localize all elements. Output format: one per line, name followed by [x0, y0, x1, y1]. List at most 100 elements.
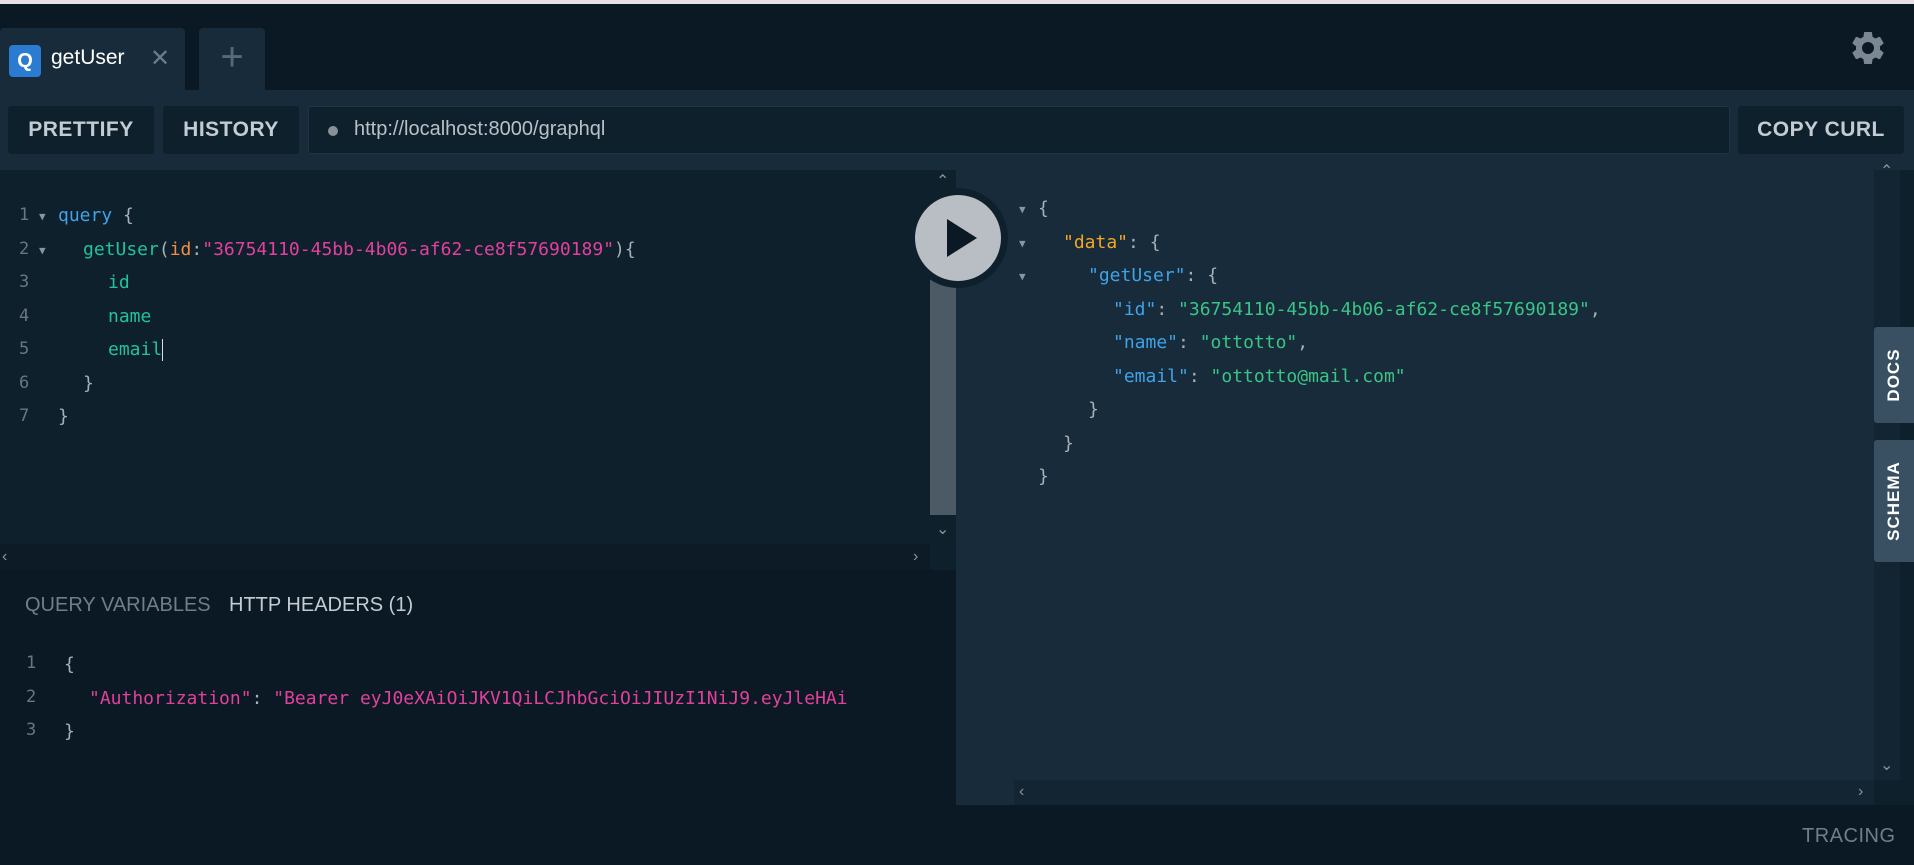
- connection-status-icon: [328, 126, 338, 136]
- result-open-brace: {: [1038, 198, 1049, 219]
- scroll-right-icon[interactable]: ›: [1858, 784, 1863, 800]
- inner-close-brace: }: [83, 373, 94, 394]
- schema-tab-label: SCHEMA: [1884, 461, 1903, 541]
- fold-arrow-icon[interactable]: ▼: [39, 210, 46, 223]
- docs-tab-label: DOCS: [1884, 348, 1903, 402]
- getuser-sep: : {: [1185, 265, 1219, 286]
- line-number: 3: [26, 720, 37, 740]
- header-authorization-line: "Authorization": "Bearer eyJ0eXAiOiJKV1Q…: [89, 688, 848, 709]
- add-tab-button[interactable]: +: [199, 28, 265, 90]
- sep: :: [1178, 332, 1200, 353]
- code-line-5: email: [108, 339, 164, 361]
- comma: ,: [1297, 332, 1309, 353]
- outer-close-brace: }: [58, 406, 69, 427]
- scroll-left-icon[interactable]: ‹: [2, 549, 7, 565]
- scroll-down-icon[interactable]: ⌄: [1880, 758, 1893, 774]
- copy-curl-button[interactable]: COPY CURL: [1738, 106, 1904, 154]
- line-number: 5: [19, 339, 30, 359]
- docs-tab[interactable]: DOCS: [1874, 327, 1914, 423]
- result-viewer: ▼ ▼ ▼ { "data": { "getUser": { "id": "36…: [956, 170, 1874, 805]
- result-id-line: "id": "36754110-45bb-4b06-af62-ce8f57690…: [1113, 299, 1601, 320]
- fold-arrow-icon[interactable]: ▼: [1019, 270, 1026, 283]
- field-id: id: [108, 272, 130, 293]
- fold-arrow-icon[interactable]: ▼: [1019, 203, 1026, 216]
- colon: :: [191, 239, 203, 260]
- result-email-line: "email": "ottotto@mail.com": [1113, 366, 1406, 387]
- field-email: email: [108, 339, 163, 360]
- variables-panel: QUERY VARIABLES HTTP HEADERS (1) 1 2 3 {…: [0, 570, 956, 805]
- name-key: "name": [1113, 332, 1179, 353]
- query-badge-icon: Q: [9, 45, 41, 77]
- query-keyword: query: [58, 205, 113, 226]
- line-number: 1: [19, 205, 30, 225]
- play-icon: [947, 219, 977, 257]
- endpoint-url-text: http://localhost:8000/graphql: [354, 118, 606, 140]
- code-line-1: query {: [58, 205, 134, 226]
- result-name-line: "name": "ottotto",: [1113, 332, 1308, 353]
- run-button-circle: [915, 195, 1001, 281]
- email-key: "email": [1113, 366, 1189, 387]
- line-number: 4: [19, 306, 30, 326]
- getuser-close-brace: }: [1088, 399, 1099, 420]
- field-name: getUser: [83, 239, 159, 260]
- run-query-button[interactable]: [908, 188, 1008, 288]
- paren-brace: ){: [614, 239, 636, 260]
- getuser-key: "getUser": [1088, 265, 1186, 286]
- gear-icon[interactable]: [1848, 28, 1888, 68]
- name-value: "ottotto": [1199, 332, 1298, 353]
- scroll-right-icon[interactable]: ›: [913, 549, 918, 565]
- scroll-up-icon[interactable]: ⌃: [1880, 164, 1893, 180]
- brace: {: [112, 205, 134, 226]
- code-line-2: getUser(id:"36754110-45bb-4b06-af62-ce8f…: [83, 239, 636, 260]
- close-icon[interactable]: ✕: [150, 45, 170, 73]
- scroll-up-icon[interactable]: ⌃: [936, 174, 949, 190]
- header-key: "Authorization": [89, 688, 252, 709]
- line-number: 1: [26, 653, 37, 673]
- line-number: 7: [19, 406, 30, 426]
- data-key: "data": [1063, 232, 1129, 253]
- fold-arrow-icon[interactable]: ▼: [1019, 237, 1026, 250]
- tab-getuser[interactable]: Q getUser ✕: [0, 28, 185, 90]
- field-name-line: name: [108, 306, 152, 327]
- id-key: "id": [1113, 299, 1157, 320]
- arg-value: "36754110-45bb-4b06-af62-ce8f57690189": [202, 239, 615, 260]
- result-close-brace: }: [1038, 466, 1049, 487]
- tab-query-variables[interactable]: QUERY VARIABLES: [25, 594, 211, 617]
- header-sep: :: [251, 688, 274, 709]
- line-number: 3: [19, 272, 30, 292]
- endpoint-url-input[interactable]: http://localhost:8000/graphql: [308, 106, 1730, 154]
- tracing-button[interactable]: TRACING: [1802, 825, 1896, 848]
- tab-title: getUser: [51, 46, 125, 69]
- headers-open-brace: {: [64, 654, 75, 675]
- result-getuser-line: "getUser": {: [1088, 265, 1218, 286]
- scroll-left-icon[interactable]: ‹: [1019, 784, 1024, 800]
- header-value: "Bearer eyJ0eXAiOiJKV1QiLCJhbGciOiJIUzI1…: [273, 688, 848, 709]
- headers-close-brace: }: [64, 721, 75, 742]
- line-number: 6: [19, 373, 30, 393]
- fold-arrow-icon[interactable]: ▼: [39, 244, 46, 257]
- comma: ,: [1589, 299, 1601, 320]
- id-value: "36754110-45bb-4b06-af62-ce8f57690189": [1178, 299, 1590, 320]
- paren: (: [158, 239, 170, 260]
- query-editor[interactable]: 1 2 3 4 5 6 7 ▼ ▼ query { getUser(id:"36…: [0, 170, 956, 570]
- history-button[interactable]: HISTORY: [163, 106, 299, 154]
- result-horizontal-scrollbar[interactable]: [1014, 780, 1874, 805]
- arg-name: id: [169, 239, 192, 260]
- schema-tab[interactable]: SCHEMA: [1874, 440, 1914, 562]
- tab-http-headers[interactable]: HTTP HEADERS (1): [229, 594, 413, 617]
- email-value: "ottotto@mail.com": [1210, 366, 1406, 387]
- sep: :: [1188, 366, 1211, 387]
- data-sep: : {: [1128, 232, 1161, 253]
- footer: TRACING: [0, 805, 1914, 865]
- sep: :: [1156, 299, 1179, 320]
- text-caret: [162, 339, 164, 361]
- line-number: 2: [19, 239, 30, 259]
- result-data-line: "data": {: [1063, 232, 1161, 253]
- editor-horizontal-scrollbar[interactable]: [0, 544, 930, 570]
- line-number: 2: [26, 687, 37, 707]
- scroll-down-icon[interactable]: ⌄: [936, 522, 949, 538]
- toolbar: PRETTIFY HISTORY http://localhost:8000/g…: [0, 90, 1914, 170]
- data-close-brace: }: [1063, 433, 1074, 454]
- prettify-button[interactable]: PRETTIFY: [8, 106, 154, 154]
- tab-bar: Q getUser ✕ +: [0, 4, 1914, 90]
